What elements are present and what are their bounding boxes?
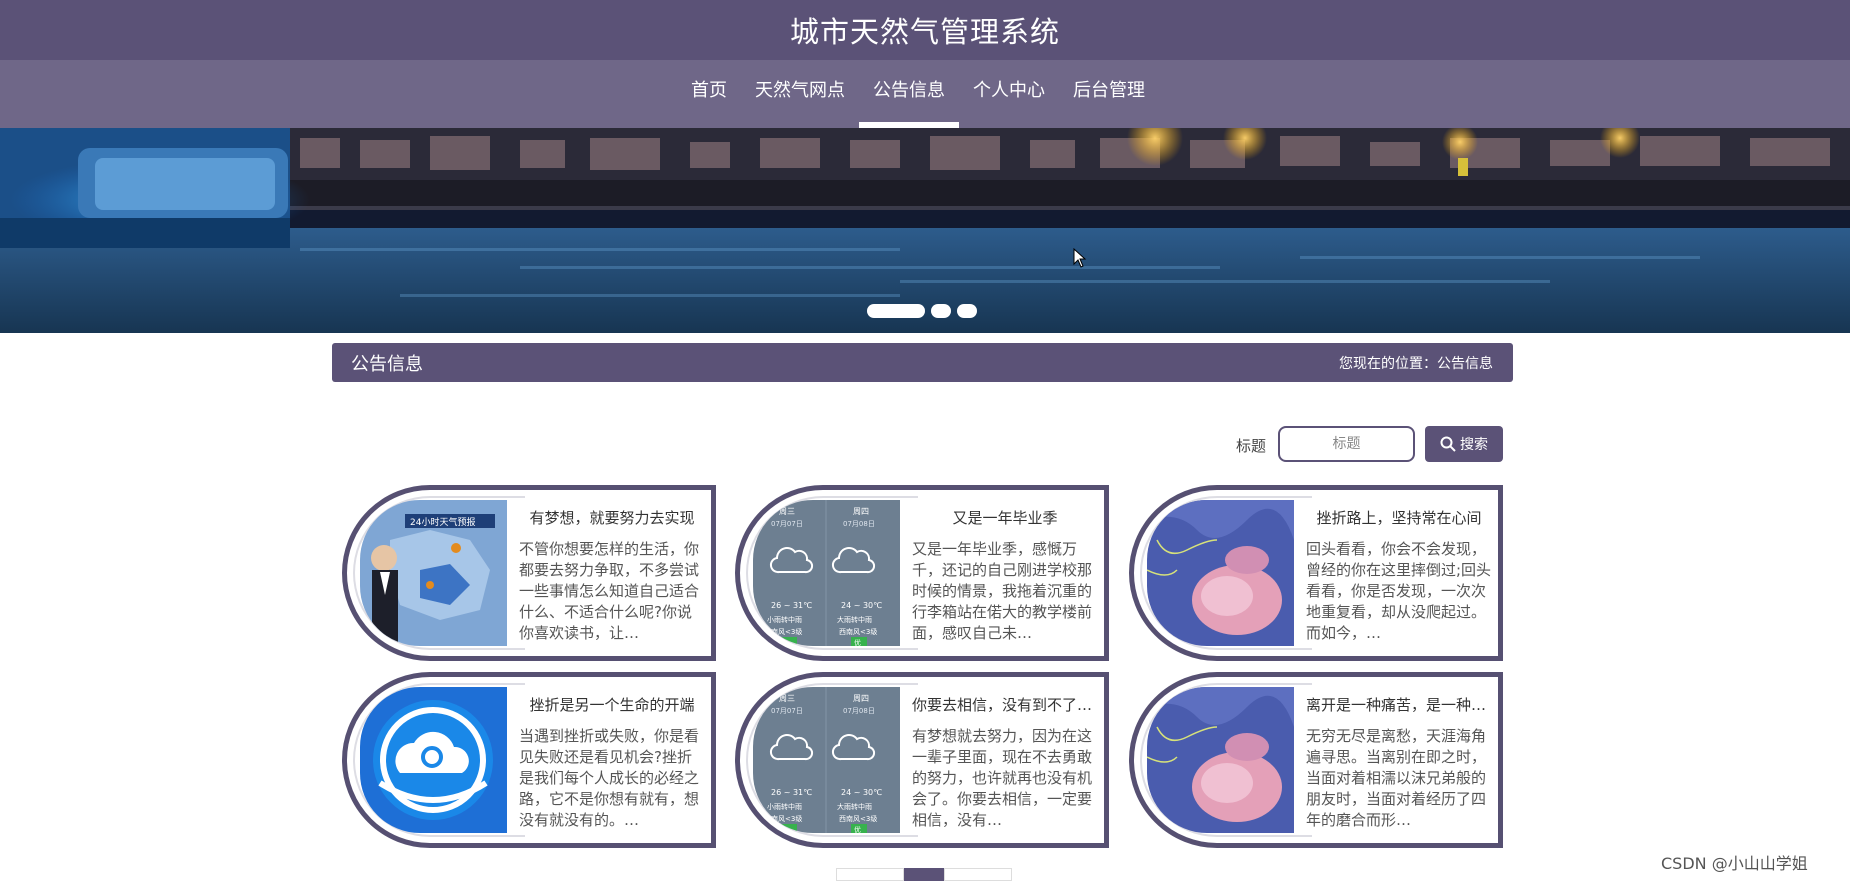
svg-text:小雨转中雨: 小雨转中雨 [767,615,802,624]
card-thumbnail: 24小时天气预报 [360,500,507,646]
card-title[interactable]: 离开是一种痛苦，是一种酸楚 [1306,694,1492,715]
svg-text:周四: 周四 [853,694,869,703]
carousel-dot-2[interactable] [931,304,951,318]
section-header: 公告信息 您现在的位置：公告信息 [332,343,1513,382]
card-summary: 有梦想就去努力，因为在这一辈子里面，现在不去勇敢的努力，也许就再也没有机会了。你… [912,727,1093,829]
svg-text:07月08日: 07月08日 [843,520,875,528]
nav-item-home[interactable]: 首页 [677,60,741,128]
svg-text:24 ~ 30℃: 24 ~ 30℃ [841,788,882,797]
search-button[interactable]: 搜索 [1425,426,1503,462]
card-summary: 又是一年毕业季，感慨万千，还记的自己刚进学校那时候的情景，我拖着沉重的行李箱站在… [912,540,1093,642]
nav-item-personal-center[interactable]: 个人中心 [959,60,1059,128]
banner-carousel[interactable] [0,128,1850,333]
section-title: 公告信息 [351,354,423,375]
announcement-card[interactable]: 挫折是另一个生命的开端 当遇到挫折或失败，你是看见失败还是看见机会?挫折是我们每… [342,672,716,848]
card-summary: 无穷无尽是离愁，天涯海角遍寻思。当离别在即之时，当面对着相濡以沫兄弟般的朋友时，… [1306,727,1487,829]
carousel-dot-3[interactable] [957,304,977,318]
svg-text:24 ~ 30℃: 24 ~ 30℃ [841,601,882,610]
main-nav: 首页 天然气网点 公告信息 个人中心 后台管理 [0,60,1850,128]
card-thumbnail: 周三 07月07日 周四 07月08日 26 ~ 31℃ 24 ~ 30℃ 小雨… [753,687,900,833]
svg-text:大雨转中雨: 大雨转中雨 [837,615,872,624]
breadcrumb: 您现在的位置：公告信息 [1339,356,1493,372]
nav-items: 首页 天然气网点 公告信息 个人中心 后台管理 [677,60,1159,128]
card-thumbnail [1147,687,1294,833]
svg-text:南风<3级: 南风<3级 [771,814,802,823]
announcement-card[interactable]: 周三 07月07日 周四 07月08日 26 ~ 31℃ 24 ~ 30℃ 小雨… [735,485,1109,661]
search-button-label: 搜索 [1460,437,1488,453]
search-icon [1440,436,1456,452]
title-search-input[interactable] [1278,426,1415,462]
card-thumbnail [360,687,507,833]
carousel-dot-1[interactable] [867,304,925,318]
current-page-button[interactable] [904,868,944,881]
carousel-dots [867,304,977,318]
svg-text:26 ~ 31℃: 26 ~ 31℃ [771,601,812,610]
next-page-button[interactable] [944,868,1012,881]
site-title: 城市天然气管理系统 [789,15,1060,49]
card-thumbnail [1147,500,1294,646]
svg-text:优: 优 [854,825,861,833]
card-title[interactable]: 有梦想，就要努力去实现 [519,507,705,528]
card-title[interactable]: 你要去相信，没有到不了的明天 [912,694,1098,715]
pagination [836,868,1012,881]
csdn-watermark: CSDN @小山山学姐 [1661,854,1808,873]
svg-text:南风<3级: 南风<3级 [771,627,802,636]
card-thumbnail: 周三 07月07日 周四 07月08日 26 ~ 31℃ 24 ~ 30℃ 小雨… [753,500,900,646]
svg-text:26 ~ 31℃: 26 ~ 31℃ [771,788,812,797]
prev-page-button[interactable] [836,868,904,881]
mouse-cursor-icon [1073,248,1087,268]
card-title[interactable]: 又是一年毕业季 [912,507,1098,528]
card-summary: 回头看看，你会不会发现，曾经的你在这里摔倒过;回头看看，你是否发现，一次次地重复… [1306,540,1492,642]
svg-text:西南风<3级: 西南风<3级 [839,627,877,636]
announcement-card[interactable]: 挫折路上，坚持常在心间 回头看看，你会不会发现，曾经的你在这里摔倒过;回头看看，… [1129,485,1503,661]
svg-text:周三: 周三 [779,507,795,516]
svg-text:07月08日: 07月08日 [843,707,875,715]
card-title[interactable]: 挫折路上，坚持常在心间 [1306,507,1492,528]
site-header: 城市天然气管理系统 [0,0,1850,60]
svg-text:07月07日: 07月07日 [771,707,803,715]
forecast-label: 24小时天气预报 [410,516,475,528]
svg-text:小雨转中雨: 小雨转中雨 [767,802,802,811]
svg-text:大雨转中雨: 大雨转中雨 [837,802,872,811]
announcement-card[interactable]: 24小时天气预报 有梦想，就要努力去实现 不管你想要怎样的生活，你都要去努力争取… [342,485,716,661]
banner-image [0,128,1850,333]
search-label: 标题 [1236,437,1267,455]
nav-item-announcements[interactable]: 公告信息 [859,60,959,128]
svg-text:周四: 周四 [853,507,869,516]
svg-text:优: 优 [854,638,861,646]
nav-item-admin[interactable]: 后台管理 [1059,60,1159,128]
announcement-card[interactable]: 离开是一种痛苦，是一种酸楚 无穷无尽是离愁，天涯海角遍寻思。当离别在即之时，当面… [1129,672,1503,848]
nav-item-gas-stations[interactable]: 天然气网点 [741,60,859,128]
svg-text:西南风<3级: 西南风<3级 [839,814,877,823]
card-summary: 不管你想要怎样的生活，你都要去努力争取，不多尝试一些事情怎么知道自己适合什么、不… [519,540,700,642]
svg-text:周三: 周三 [779,694,795,703]
svg-text:07月07日: 07月07日 [771,520,803,528]
announcement-card[interactable]: 周三 07月07日 周四 07月08日 26 ~ 31℃ 24 ~ 30℃ 小雨… [735,672,1109,848]
card-summary: 当遇到挫折或失败，你是看见失败还是看见机会?挫折是我们每个人成长的必经之路，它不… [519,727,700,829]
card-title[interactable]: 挫折是另一个生命的开端 [519,694,705,715]
